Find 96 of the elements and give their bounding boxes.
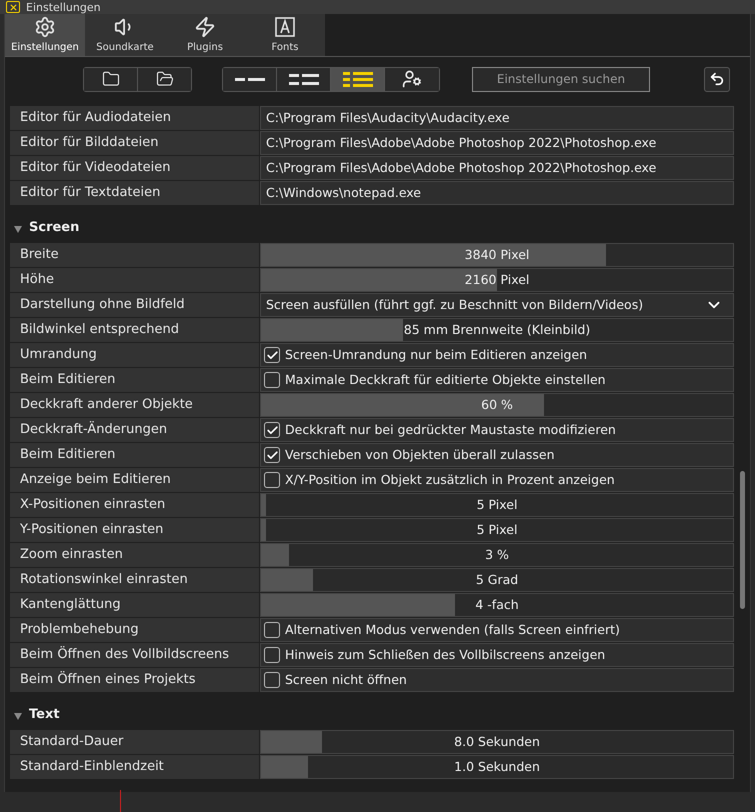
section-title: Screen [29, 218, 80, 236]
checkbox[interactable] [264, 472, 280, 488]
checkbox[interactable] [264, 372, 280, 388]
checkbox-label: Maximale Deckkraft für editierte Objekte einstellen [285, 370, 606, 389]
checkbox[interactable] [264, 672, 280, 688]
gear-icon [34, 16, 56, 38]
slider-value: 3840 Pixel [464, 246, 530, 264]
check-icon [266, 348, 278, 362]
view-mode-button[interactable] [223, 68, 277, 90]
slider-track[interactable]: 8.0 Sekunden [260, 730, 734, 754]
checkbox-label: Screen-Umrandung nur beim Editieren anzeigen [285, 346, 588, 364]
slider-value: 3 % [485, 546, 509, 564]
check-icon [266, 424, 278, 436]
checkbox[interactable] [264, 347, 280, 363]
window-title: Einstellungen [26, 2, 101, 12]
slider-track[interactable]: 5 Pixel [260, 493, 734, 517]
view-mode-button[interactable] [385, 68, 439, 90]
slider-track[interactable]: 3840 Pixel [260, 243, 734, 267]
slider-track[interactable]: 1.0 Sekunden [260, 755, 734, 779]
checkbox[interactable] [264, 647, 280, 663]
single-line-icon [234, 78, 264, 80]
setting-label: Beim Editieren [10, 368, 259, 392]
path-field[interactable]: C:\Program Files\Adobe\Adobe Photoshop 2022\Photoshop.exe [260, 156, 734, 180]
setting-label: Darstellung ohne Bildfeld [10, 293, 259, 317]
slider-track[interactable]: 5 Grad [260, 568, 734, 592]
list-lines-icon [342, 72, 372, 86]
setting-label: Deckkraft anderer Objekte [10, 393, 259, 417]
app-logo-icon [6, 1, 20, 13]
slider-track[interactable]: 85 mm Brennweite (Kleinbild) [260, 318, 734, 342]
checkbox-label: Deckkraft nur bei gedrückter Maustaste modifizieren [285, 420, 616, 439]
setting-label: Standard-Einblendzeit [10, 755, 259, 779]
tab[interactable]: Einstellungen [5, 14, 85, 56]
view-mode-button[interactable] [277, 68, 331, 90]
dropdown[interactable]: Screen ausfüllen (führt ggf. zu Beschnitt von Bildern/Videos) [260, 293, 734, 317]
setting-label: Breite [10, 243, 259, 267]
slider-value: 5 Pixel [476, 496, 518, 514]
slider-value: 5 Grad [476, 570, 518, 589]
tab[interactable]: Fonts [245, 14, 325, 56]
tab[interactable]: Plugins [165, 14, 245, 56]
slider-track[interactable]: 2160 Pixel [260, 268, 734, 292]
lightning-icon [194, 16, 216, 38]
path-field[interactable]: C:\Windows\notepad.exe [260, 181, 734, 205]
undo-button[interactable] [704, 66, 730, 92]
setting-label: Standard-Dauer [10, 730, 259, 754]
slider-track[interactable]: 60 % [260, 393, 734, 417]
slider-value: 60 % [481, 396, 513, 414]
setting-label: Deckkraft-Änderungen [10, 418, 259, 442]
undo-icon [709, 71, 725, 87]
check-icon [266, 448, 278, 462]
checkbox-label: Verschieben von Objekten überall zulassen [285, 446, 555, 464]
double-lines-icon [288, 74, 318, 84]
setting-label: X-Positionen einrasten [10, 493, 259, 517]
letter-frame-icon [274, 16, 296, 38]
folder-icon [100, 70, 120, 88]
setting-label: Editor für Textdateien [10, 181, 259, 205]
slider-value: 4 -fach [475, 596, 519, 614]
checkbox-label: Hinweis zum Schließen des Vollbilscreens anzeigen [285, 646, 606, 664]
slider-track[interactable]: 5 Pixel [260, 518, 734, 542]
view-mode-button[interactable] [331, 68, 385, 90]
setting-label: Beim Öffnen eines Projekts [10, 668, 259, 692]
slider-value: 1.0 Sekunden [454, 758, 540, 776]
slider-value: 5 Pixel [476, 520, 518, 539]
path-field[interactable]: C:\Program Files\Audacity\Audacity.exe [260, 106, 734, 130]
checkbox[interactable] [264, 422, 280, 438]
folder-button[interactable] [84, 68, 138, 90]
setting-label: Editor für Videodateien [10, 156, 259, 180]
search-field[interactable]: Einstellungen suchen [472, 66, 650, 92]
tab[interactable]: Soundkarte [85, 14, 165, 56]
path-field[interactable]: C:\Program Files\Adobe\Adobe Photoshop 2022\Photoshop.exe [260, 131, 734, 155]
slider-value: 8.0 Sekunden [454, 732, 540, 751]
setting-label: Problembehebung [10, 618, 259, 642]
slider-value: 2160 Pixel [464, 270, 530, 289]
checkbox-label: Screen nicht öffnen [285, 670, 407, 689]
slider-track[interactable]: 4 -fach [260, 593, 734, 617]
user-gear-icon [402, 69, 422, 89]
slider-value: 85 mm Brennweite (Kleinbild) [404, 320, 590, 339]
setting-label: Anzeige beim Editieren [10, 468, 259, 492]
setting-label: Umrandung [10, 343, 259, 367]
setting-label: Editor für Bilddateien [10, 131, 259, 155]
setting-label: Beim Editieren [10, 443, 259, 467]
slider-track[interactable]: 3 % [260, 543, 734, 567]
open-folder-button[interactable] [138, 68, 191, 90]
scrollbar-thumb[interactable] [740, 471, 745, 609]
checkbox-label: Alternativen Modus verwenden (falls Screen einfriert) [285, 620, 620, 639]
setting-label: Bildwinkel entsprechend [10, 318, 259, 342]
setting-label: Höhe [10, 268, 259, 292]
setting-label: Zoom einrasten [10, 543, 259, 567]
setting-label: Editor für Audiodateien [10, 106, 259, 130]
setting-label: Beim Öffnen des Vollbildscreens [10, 643, 259, 667]
checkbox[interactable] [264, 622, 280, 638]
section-title: Text [29, 706, 60, 724]
setting-label: Rotationswinkel einrasten [10, 568, 259, 592]
setting-label: Y-Positionen einrasten [10, 518, 259, 542]
setting-label: Kantenglättung [10, 593, 259, 617]
checkbox[interactable] [264, 447, 280, 463]
checkbox-label: X/Y-Position im Objekt zusätzlich in Prozent anzeigen [285, 470, 615, 489]
